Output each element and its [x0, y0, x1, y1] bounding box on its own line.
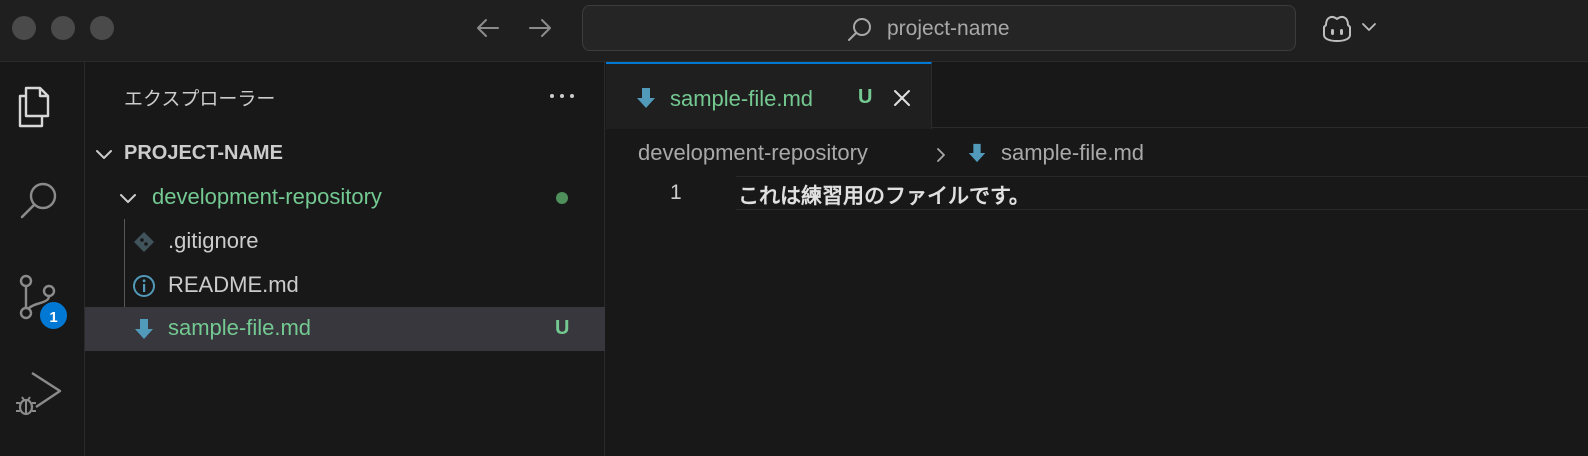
markdown-arrow-icon	[135, 319, 153, 339]
activity-bar: 1	[0, 62, 85, 456]
root-folder-label: PROJECT-NAME	[124, 142, 283, 164]
markdown-arrow-icon	[637, 88, 655, 108]
file-label: sample-file.md	[168, 315, 312, 340]
more-actions-icon[interactable]	[547, 86, 577, 106]
tree-row-root[interactable]: PROJECT-NAME	[85, 132, 605, 176]
tab-status: U	[858, 86, 873, 108]
chevron-down-icon	[120, 194, 136, 203]
folder-label: development-repository	[152, 184, 382, 209]
tree-row-folder[interactable]: development-repository	[85, 176, 605, 220]
forward-arrow-icon[interactable]	[526, 14, 554, 42]
explorer-sidebar: エクスプローラー PROJECT-NAME development-reposi…	[85, 62, 605, 456]
tab-sample-file[interactable]: sample-file.md U	[606, 62, 932, 129]
tree-row-file[interactable]: .gitignore	[85, 220, 605, 264]
tree-row-file[interactable]: README.md	[85, 264, 605, 308]
tab-label: sample-file.md	[670, 86, 814, 111]
info-icon	[133, 275, 155, 297]
search-text: project-name	[887, 17, 1010, 40]
file-label: README.md	[168, 272, 299, 297]
explorer-title: エクスプローラー	[124, 88, 276, 110]
editor-tab-bar: sample-file.md U	[606, 62, 1588, 129]
file-label: .gitignore	[168, 228, 259, 253]
title-bar: project-name	[0, 0, 1588, 62]
code-line[interactable]: これは練習用のファイルです。	[738, 180, 1030, 210]
line-number: 1	[670, 181, 682, 204]
tree-row-file-selected[interactable]: sample-file.md U	[85, 307, 605, 351]
breadcrumb-folder[interactable]: development-repository	[638, 140, 868, 166]
search-icon	[848, 18, 871, 41]
breadcrumb-file[interactable]: sample-file.md	[1001, 140, 1144, 166]
chevron-down-icon[interactable]	[1360, 20, 1378, 34]
chevron-right-icon	[937, 148, 945, 162]
zoom-window-button[interactable]	[90, 16, 114, 40]
chevron-down-icon	[96, 150, 112, 159]
markdown-arrow-icon	[968, 143, 986, 163]
vscode-window: project-name 1 エクスプローラー PROJECT-NAME dev…	[0, 0, 1588, 456]
search-view-icon[interactable]	[14, 177, 64, 227]
copilot-icon[interactable]	[1320, 13, 1354, 43]
command-center-search[interactable]: project-name	[582, 5, 1296, 51]
run-debug-icon[interactable]	[14, 367, 64, 417]
git-file-icon	[134, 232, 154, 252]
close-icon[interactable]	[892, 88, 912, 108]
untracked-status: U	[555, 317, 570, 339]
back-arrow-icon[interactable]	[474, 14, 502, 42]
close-window-button[interactable]	[12, 16, 36, 40]
explorer-files-icon[interactable]	[14, 82, 64, 132]
modified-dot-icon	[556, 192, 568, 204]
source-control-badge: 1	[38, 300, 69, 331]
minimize-window-button[interactable]	[51, 16, 75, 40]
